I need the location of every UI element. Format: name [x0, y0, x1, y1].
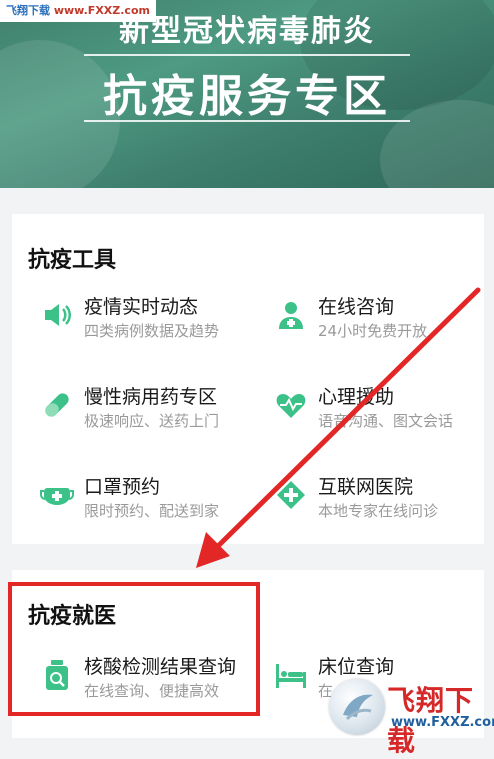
annotation-arrow	[196, 287, 481, 568]
bottom-watermark: 飞翔下载 www.FXXZ.com	[325, 673, 494, 757]
watermark-logo-icon	[329, 679, 385, 735]
watermark-url: www.FXXZ.com	[391, 715, 494, 730]
